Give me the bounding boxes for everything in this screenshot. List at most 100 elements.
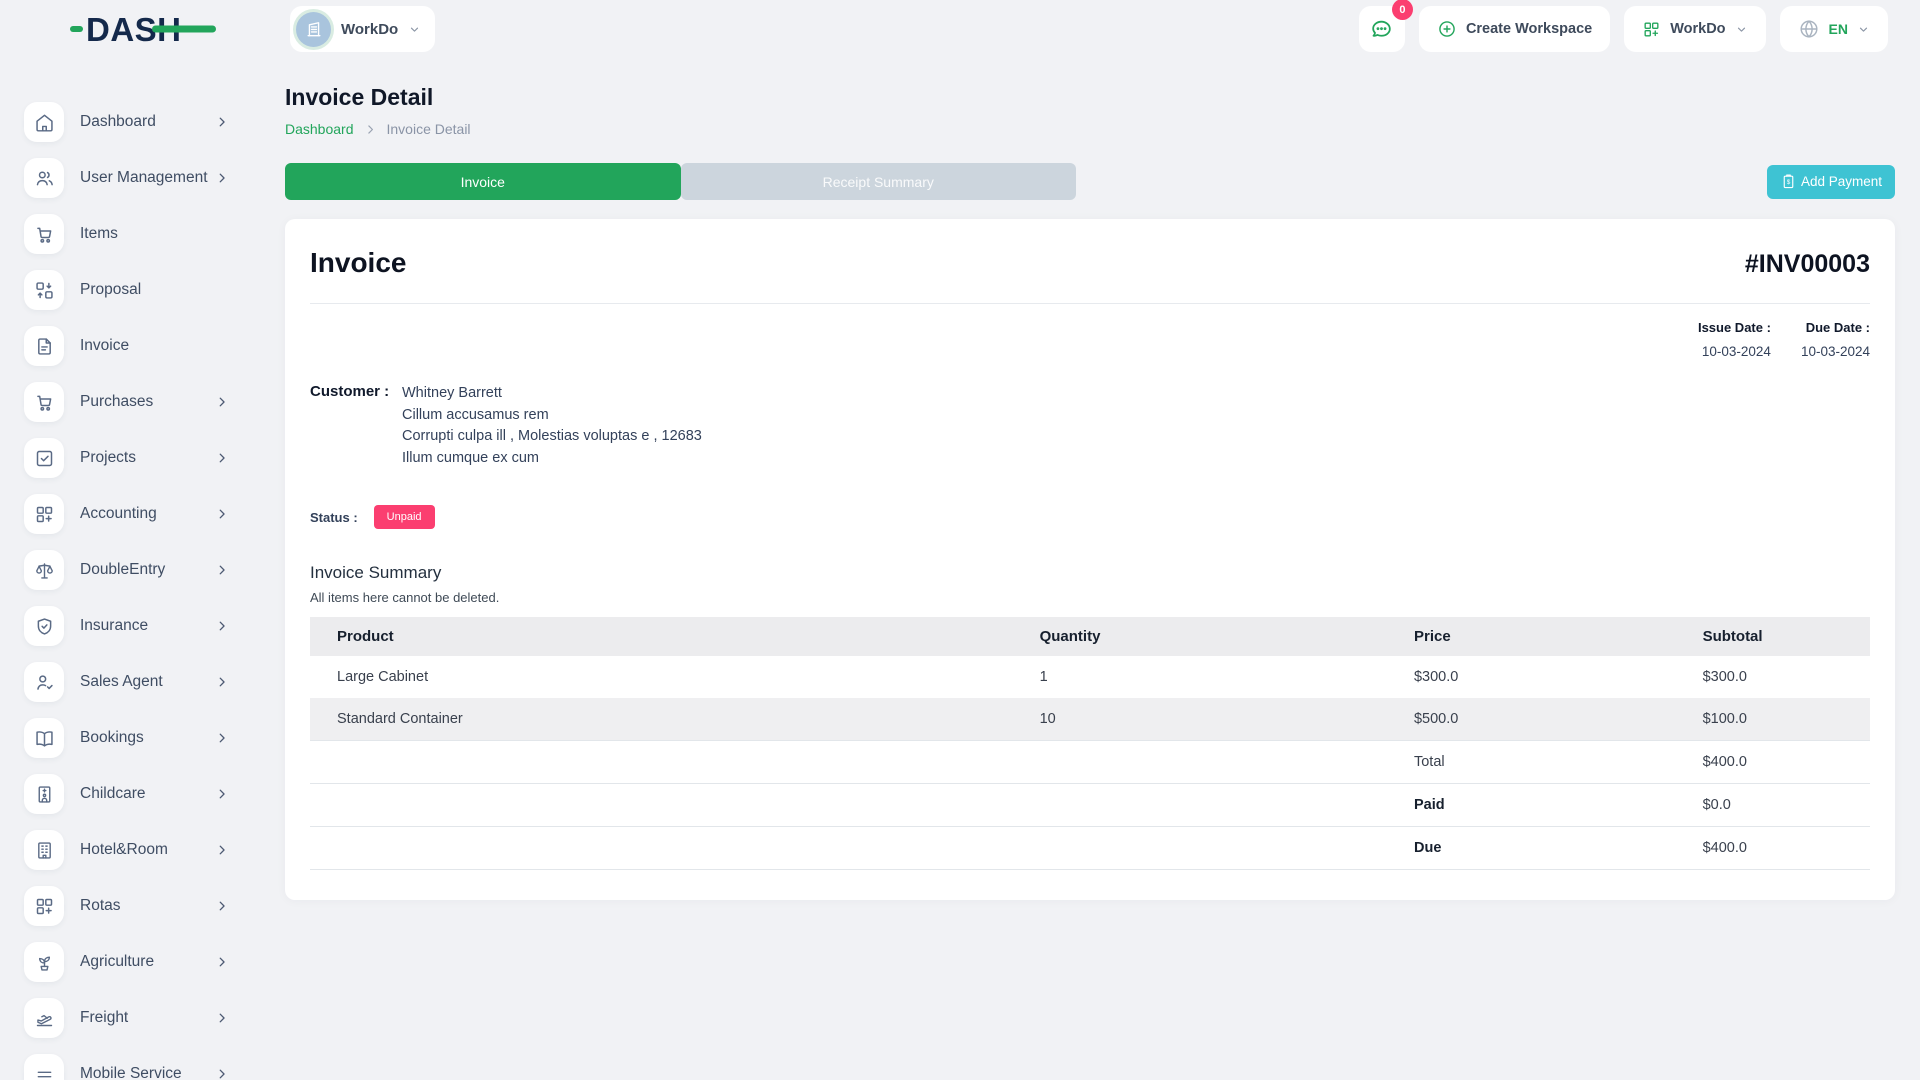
totals-row: Total $400.0 bbox=[310, 741, 1870, 784]
cell-product: Large Cabinet bbox=[310, 656, 1028, 698]
workdo-menu-button[interactable]: WorkDo bbox=[1624, 6, 1765, 52]
create-workspace-button[interactable]: Create Workspace bbox=[1419, 6, 1610, 52]
status-label: Status : bbox=[310, 510, 358, 525]
cell-product: Standard Container bbox=[310, 698, 1028, 741]
sidebar-item[interactable]: Accounting bbox=[24, 486, 229, 542]
globe-icon bbox=[1798, 18, 1820, 40]
sidebar-item[interactable]: Insurance bbox=[24, 598, 229, 654]
sidebar-item-label: Dashboard bbox=[80, 113, 156, 131]
logo-dash-accent bbox=[70, 26, 83, 32]
sidebar-item-label: DoubleEntry bbox=[80, 561, 165, 579]
invoice-number: #INV00003 bbox=[1745, 250, 1870, 279]
chat-icon bbox=[1369, 17, 1394, 42]
breadcrumb: Dashboard Invoice Detail bbox=[285, 121, 1895, 137]
sidebar-item[interactable]: Mobile Service bbox=[24, 1046, 229, 1080]
due-date-value: 10-03-2024 bbox=[1801, 344, 1870, 359]
sidebar-item[interactable]: Proposal bbox=[24, 262, 229, 318]
top-header: DASH WorkDo 0 Create Workspace WorkDo EN bbox=[0, 0, 1920, 58]
sidebar-item[interactable]: Rotas bbox=[24, 878, 229, 934]
sidebar-item-icon bbox=[24, 662, 64, 702]
sidebar-item[interactable]: Agriculture bbox=[24, 934, 229, 990]
sidebar-item-icon bbox=[24, 718, 64, 758]
chevron-right-icon bbox=[215, 955, 229, 969]
customer-block: Customer : Whitney Barrett Cillum accusa… bbox=[310, 383, 1870, 469]
col-header-price: Price bbox=[1402, 617, 1691, 656]
add-payment-button[interactable]: Add Payment bbox=[1767, 165, 1895, 199]
sidebar-item[interactable]: DoubleEntry bbox=[24, 542, 229, 598]
sidebar-item-label: Childcare bbox=[80, 785, 145, 803]
sidebar-item[interactable]: Projects bbox=[24, 430, 229, 486]
chevron-right-icon bbox=[215, 563, 229, 577]
totals-label: Total bbox=[1402, 741, 1691, 784]
sidebar-item[interactable]: User Management bbox=[24, 150, 229, 206]
table-header-row: Product Quantity Price Subtotal bbox=[310, 617, 1870, 656]
logo-bar-accent bbox=[152, 26, 216, 33]
sidebar-item-icon bbox=[24, 102, 64, 142]
issue-date-label: Issue Date : bbox=[1698, 320, 1771, 335]
divider bbox=[310, 303, 1870, 304]
sidebar-item[interactable]: Items bbox=[24, 206, 229, 262]
cell-price: $500.0 bbox=[1402, 698, 1691, 741]
chevron-right-icon bbox=[215, 451, 229, 465]
sidebar-item-label: Bookings bbox=[80, 729, 144, 747]
customer-address-line: Illum cumque ex cum bbox=[402, 448, 702, 470]
totals-value: $400.0 bbox=[1691, 827, 1870, 870]
chevron-down-icon bbox=[1735, 23, 1748, 36]
totals-spacer bbox=[310, 784, 1402, 827]
sidebar-item-label: Proposal bbox=[80, 281, 141, 299]
sidebar-item-icon bbox=[24, 1054, 64, 1080]
sidebar-item-icon bbox=[24, 606, 64, 646]
brand-logo[interactable]: DASH bbox=[0, 13, 245, 46]
status-row: Status : Unpaid bbox=[310, 505, 1870, 529]
language-selector[interactable]: EN bbox=[1780, 6, 1888, 52]
customer-label: Customer : bbox=[310, 383, 402, 469]
sidebar-item-icon bbox=[24, 270, 64, 310]
sidebar-item-label: Accounting bbox=[80, 505, 157, 523]
sidebar-item-icon bbox=[24, 942, 64, 982]
totals-spacer bbox=[310, 827, 1402, 870]
sidebar-item-label: Rotas bbox=[80, 897, 121, 915]
due-date-label: Due Date : bbox=[1801, 320, 1870, 335]
chevron-right-icon bbox=[215, 115, 229, 129]
invoice-summary-title: Invoice Summary bbox=[310, 563, 1870, 583]
sidebar-item[interactable]: Sales Agent bbox=[24, 654, 229, 710]
table-row: Standard Container 10 $500.0 $100.0 bbox=[310, 698, 1870, 741]
chevron-right-icon bbox=[215, 619, 229, 633]
totals-spacer bbox=[310, 741, 1402, 784]
sidebar-item[interactable]: Bookings bbox=[24, 710, 229, 766]
tab[interactable]: Receipt Summary bbox=[681, 163, 1077, 200]
chevron-right-icon bbox=[215, 1011, 229, 1025]
sidebar-item-icon bbox=[24, 158, 64, 198]
invoice-heading: Invoice bbox=[310, 247, 406, 279]
messages-button[interactable]: 0 bbox=[1359, 6, 1405, 52]
sidebar-item[interactable]: Dashboard bbox=[24, 94, 229, 150]
breadcrumb-dashboard-link[interactable]: Dashboard bbox=[285, 121, 354, 137]
sidebar-item[interactable]: Freight bbox=[24, 990, 229, 1046]
sidebar-item[interactable]: Hotel&Room bbox=[24, 822, 229, 878]
sidebar-item-label: Mobile Service bbox=[80, 1065, 182, 1080]
cell-quantity: 1 bbox=[1028, 656, 1402, 698]
cell-quantity: 10 bbox=[1028, 698, 1402, 741]
sidebar-item-label: Freight bbox=[80, 1009, 128, 1027]
customer-address: Whitney Barrett Cillum accusamus rem Cor… bbox=[402, 383, 702, 469]
totals-label: Due bbox=[1402, 827, 1691, 870]
sidebar-item[interactable]: Invoice bbox=[24, 318, 229, 374]
issue-date-value: 10-03-2024 bbox=[1698, 344, 1771, 359]
detail-tabs: Invoice Receipt Summary bbox=[285, 163, 1076, 200]
chevron-right-icon bbox=[215, 675, 229, 689]
chevron-right-icon bbox=[215, 171, 229, 185]
sidebar-item-icon bbox=[24, 830, 64, 870]
workspace-selector[interactable]: WorkDo bbox=[290, 6, 435, 52]
sidebar-item[interactable]: Purchases bbox=[24, 374, 229, 430]
sidebar-item-label: Insurance bbox=[80, 617, 148, 635]
table-row: Large Cabinet 1 $300.0 $300.0 bbox=[310, 656, 1870, 698]
language-code: EN bbox=[1829, 21, 1848, 37]
tab[interactable]: Invoice bbox=[285, 163, 681, 200]
sidebar-item[interactable]: Childcare bbox=[24, 766, 229, 822]
breadcrumb-current: Invoice Detail bbox=[387, 121, 471, 137]
cell-price: $300.0 bbox=[1402, 656, 1691, 698]
invoice-dates: Issue Date : 10-03-2024 Due Date : 10-03… bbox=[310, 320, 1870, 359]
totals-value: $400.0 bbox=[1691, 741, 1870, 784]
sidebar-item-icon bbox=[24, 214, 64, 254]
status-badge: Unpaid bbox=[374, 505, 435, 529]
